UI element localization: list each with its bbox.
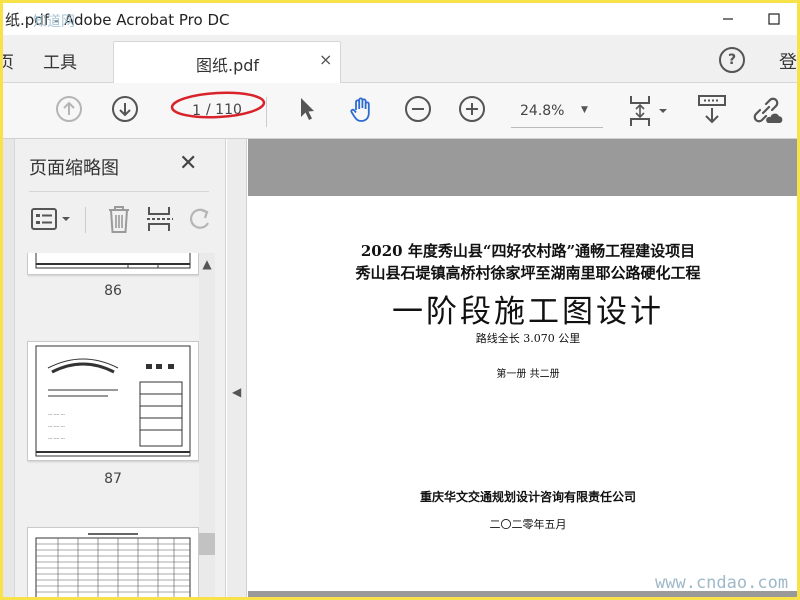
scroll-up-icon[interactable]: ▲ bbox=[199, 257, 215, 271]
annotation-ellipse bbox=[170, 91, 266, 119]
thumbnail-list: 86 --- ---- --- --- ---- --- --- ---- --… bbox=[15, 253, 215, 597]
panel-toolbar bbox=[29, 201, 213, 237]
trash-icon[interactable] bbox=[105, 203, 133, 235]
scroll-mode-icon bbox=[698, 95, 726, 124]
zoom-out-icon bbox=[405, 96, 431, 122]
zoom-level[interactable]: 24.8% bbox=[520, 103, 564, 119]
svg-text:--- ---- ---: --- ---- --- bbox=[48, 424, 66, 429]
doc-project-line-2: 秀山县石堤镇高桥村徐家坪至湖南里耶公路硬化工程 bbox=[355, 264, 701, 282]
document-page: 2020 年度秀山县“四好农村路”通畅工程建设项目 秀山县石堤镇高桥村徐家坪至湖… bbox=[248, 196, 797, 591]
panel-close-icon[interactable]: ✕ bbox=[179, 151, 197, 176]
page-fit-button[interactable] bbox=[627, 93, 671, 129]
zoom-dropdown-icon[interactable]: ▼ bbox=[581, 105, 588, 115]
thumbnail-page-87[interactable]: --- ---- --- --- ---- --- --- ---- --- bbox=[27, 341, 199, 461]
share-link-button[interactable] bbox=[749, 93, 783, 127]
watermark: www.cndao.com bbox=[655, 573, 789, 593]
insert-page-icon[interactable] bbox=[145, 204, 175, 234]
next-page-button[interactable] bbox=[111, 95, 139, 123]
doc-project-line: 2020 年度秀山县“四好农村路”通畅工程建设项目 bbox=[360, 242, 696, 260]
doc-route-length: 路线全长 3.070 公里 bbox=[475, 332, 581, 345]
select-arrow-icon bbox=[301, 98, 314, 120]
zoom-out-button[interactable] bbox=[404, 95, 432, 123]
main-toolbar: / 110 24.8% ▼ bbox=[3, 83, 797, 139]
tab-bar: 页 工具 图纸.pdf × ? 登 bbox=[3, 35, 797, 84]
zoom-underline bbox=[511, 127, 603, 128]
help-icon[interactable]: ? bbox=[719, 47, 745, 73]
tab-home[interactable]: 页 bbox=[3, 48, 14, 73]
document-view[interactable]: 2020 年度秀山县“四好农村路”通畅工程建设项目 秀山县石堤镇高桥村徐家坪至湖… bbox=[248, 139, 797, 597]
zoom-in-button[interactable] bbox=[458, 95, 486, 123]
maximize-icon bbox=[768, 13, 780, 25]
page-fit-icon bbox=[630, 96, 667, 126]
scroll-mode-button[interactable] bbox=[697, 93, 727, 127]
doc-date: 二〇二零年五月 bbox=[489, 518, 567, 531]
tab-close-icon[interactable]: × bbox=[319, 50, 332, 69]
rotate-icon[interactable] bbox=[187, 206, 213, 232]
thumbnail-88-preview bbox=[35, 533, 191, 597]
acrobat-window: 纸.pdf - Adobe Acrobat Pro DC 知道网 页 工具 图纸… bbox=[3, 3, 797, 597]
svg-text:--- ---- ---: --- ---- --- bbox=[48, 412, 66, 417]
panel-collapse-strip[interactable]: ◀ bbox=[227, 139, 247, 597]
watermark-top: 知道网 bbox=[33, 14, 75, 30]
panel-divider bbox=[29, 191, 209, 192]
doc-volume: 第一册 共二册 bbox=[496, 369, 560, 380]
thumbnail-87-preview: --- ---- --- --- ---- --- --- ---- --- bbox=[35, 345, 191, 457]
tab-document[interactable]: 图纸.pdf × bbox=[113, 41, 341, 84]
title-bar: 纸.pdf - Adobe Acrobat Pro DC 知道网 bbox=[3, 3, 797, 35]
options-menu-icon[interactable] bbox=[29, 205, 75, 233]
hand-tool-button[interactable] bbox=[347, 95, 377, 125]
thumbnail-page-88[interactable] bbox=[27, 527, 199, 597]
window-controls bbox=[705, 3, 797, 35]
minimize-button[interactable] bbox=[705, 3, 751, 35]
panel-edge bbox=[3, 139, 15, 597]
select-tool-button[interactable] bbox=[295, 95, 319, 123]
prev-page-icon bbox=[56, 96, 82, 122]
link-cloud-icon bbox=[753, 97, 783, 123]
thumbnail-page-number: 86 bbox=[104, 283, 122, 299]
thumbnail-scrollbar[interactable]: ▲ bbox=[199, 253, 215, 597]
hand-icon bbox=[350, 97, 370, 122]
doc-main-title: 一阶段施工图设计 bbox=[392, 294, 664, 330]
login-link[interactable]: 登 bbox=[779, 48, 797, 74]
thumbnail-panel: 页面缩略图 ✕ 86 --- ---- --- --- ---- --- ---… bbox=[3, 139, 226, 597]
panel-toolbar-divider bbox=[85, 207, 86, 233]
tab-document-label: 图纸.pdf bbox=[196, 56, 260, 75]
minimize-icon bbox=[723, 18, 733, 20]
tab-tools[interactable]: 工具 bbox=[43, 48, 77, 73]
doc-company: 重庆华文交通规划设计咨询有限责任公司 bbox=[419, 490, 636, 504]
thumbnail-page-86[interactable] bbox=[27, 253, 199, 275]
maximize-button[interactable] bbox=[751, 3, 797, 35]
thumbnail-page-number: 87 bbox=[104, 471, 122, 487]
next-page-icon bbox=[112, 96, 138, 122]
zoom-in-icon bbox=[459, 96, 485, 122]
scrollbar-thumb[interactable] bbox=[199, 533, 215, 555]
collapse-left-icon[interactable]: ◀ bbox=[232, 385, 241, 399]
panel-title: 页面缩略图 bbox=[29, 158, 119, 179]
prev-page-button[interactable] bbox=[55, 95, 83, 123]
thumbnail-86-preview bbox=[35, 253, 191, 269]
svg-text:--- ---- ---: --- ---- --- bbox=[48, 436, 66, 441]
